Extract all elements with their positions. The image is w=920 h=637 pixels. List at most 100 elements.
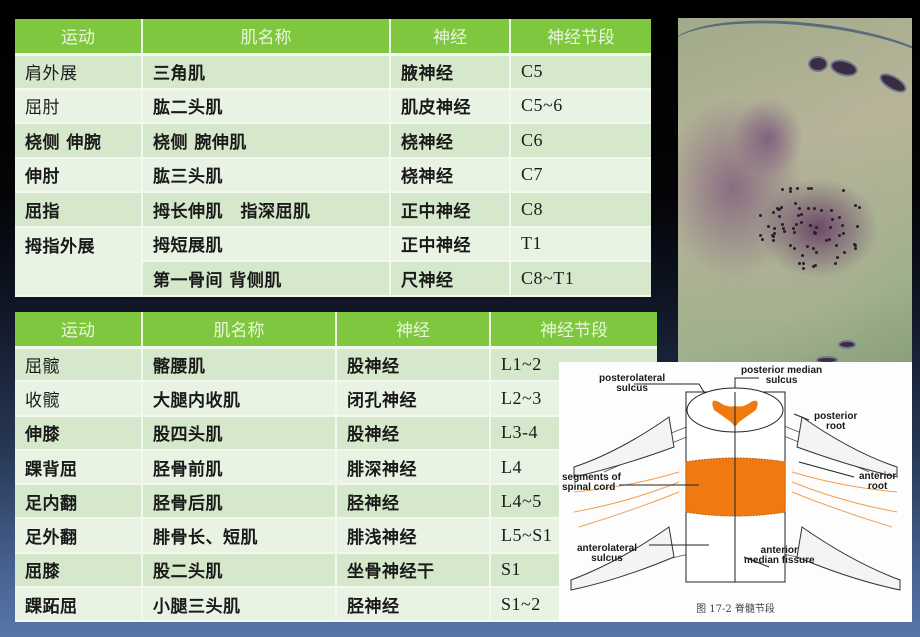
stain-dot (772, 234, 776, 238)
nerve-cell: 腓浅神经 (336, 518, 491, 554)
photo-vessel (808, 56, 828, 72)
label-line: sulcus (616, 383, 648, 394)
stain-dot (793, 231, 797, 235)
muscle-cell: 肱三头肌 (142, 157, 391, 193)
header-muscle: 肌名称 (142, 19, 391, 56)
table-row: 第一骨间 背侧肌 尺神经 C8~T1 (15, 261, 651, 297)
nerve-cell: 尺神经 (390, 261, 511, 297)
stain-dot (801, 262, 805, 266)
stain-dot (858, 206, 862, 210)
stain-dot (793, 247, 797, 251)
stain-dot (810, 186, 814, 190)
stain-dot (834, 243, 838, 247)
header-nerve: 神经 (390, 19, 511, 56)
nerve-cell: 桡神经 (390, 157, 511, 193)
stain-dot (783, 230, 786, 234)
muscle-cell: 腓骨长、短肌 (142, 518, 337, 554)
nerve-cell: 正中神经 (390, 226, 511, 262)
stain-dot (854, 246, 858, 250)
stain-dot (807, 206, 811, 210)
muscle-cell: 拇短展肌 (142, 226, 391, 262)
nerve-cell: 坐骨神经干 (336, 552, 491, 589)
header-segment: 神经节段 (490, 312, 657, 349)
stain-dot (811, 247, 815, 251)
movement-cell (15, 261, 143, 297)
segment-cell: C8 (510, 192, 651, 228)
movement-cell: 踝背屈 (15, 449, 143, 486)
stain-dot (808, 224, 812, 228)
stain-dot (813, 230, 817, 234)
stain-dot (829, 225, 833, 229)
stain-dot (800, 253, 804, 257)
nerve-cell: 股神经 (336, 347, 491, 383)
spinal-segment-diagram: posterolateral sulcus posterior median s… (559, 362, 912, 622)
stain-dot (855, 225, 859, 229)
movement-cell: 伸膝 (15, 415, 143, 451)
movement-cell: 屈肘 (15, 88, 143, 124)
header-movement: 运动 (15, 312, 143, 349)
movement-cell: 屈髋 (15, 347, 143, 383)
stain-dot (842, 188, 846, 192)
label-segments-of-spinal-cord: segments of spinal cord (562, 473, 621, 493)
stain-dot (825, 239, 829, 243)
nerve-cell: 股神经 (336, 415, 491, 451)
movement-cell: 足外翻 (15, 518, 143, 554)
stain-dot (830, 217, 834, 221)
muscle-cell: 拇长伸肌 指深屈肌 (142, 192, 391, 228)
label-line: spinal cord (562, 482, 616, 493)
movement-cell: 伸肘 (15, 157, 143, 193)
spinal-cord-histology-photo (678, 18, 912, 362)
muscle-cell: 胫骨后肌 (142, 484, 337, 520)
label-posterior-root: posterior root (814, 412, 857, 432)
nerve-cell: 闭孔神经 (336, 381, 491, 417)
nerve-cell: 腋神经 (390, 54, 511, 90)
stain-dot (830, 208, 834, 212)
stain-dot (819, 208, 823, 212)
stain-dot (789, 190, 793, 194)
photo-membrane (678, 18, 912, 118)
stain-dot (761, 238, 765, 242)
stain-dot (795, 186, 799, 190)
segment-cell: T1 (510, 226, 651, 262)
nerve-cell: 胫神经 (336, 587, 491, 623)
segment-cell: C6 (510, 123, 651, 159)
stain-dot (828, 237, 832, 241)
label-anterior-median-fissure: anterior median fissure (744, 546, 815, 566)
segment-cell: C5 (510, 54, 651, 90)
stain-dot (775, 206, 779, 210)
stain-dot (799, 220, 803, 224)
label-posterolateral-sulcus: posterolateral sulcus (599, 374, 665, 394)
segment-cell: C5~6 (510, 88, 651, 124)
label-line: root (867, 481, 888, 492)
table-row: 伸肘 肱三头肌 桡神经 C7 (15, 157, 651, 193)
movement-cell: 足内翻 (15, 484, 143, 520)
stain-dot (772, 226, 776, 230)
stain-dot (796, 213, 800, 217)
nerve-cell: 桡神经 (390, 123, 511, 159)
table-row: 桡侧 伸腕 桡侧 腕伸肌 桡神经 C6 (15, 123, 651, 159)
stain-dot (766, 225, 770, 229)
stain-dot (792, 227, 796, 231)
stain-dot (838, 215, 842, 219)
stain-dot (772, 239, 776, 243)
table-header-row: 运动 肌名称 神经 神经节段 (15, 312, 657, 349)
muscle-cell: 髂腰肌 (142, 347, 337, 383)
stain-dot (780, 187, 784, 191)
stain-dot (835, 255, 839, 259)
muscle-cell: 三角肌 (142, 54, 391, 90)
stain-dot (795, 223, 799, 227)
segment-cell: C7 (510, 157, 651, 193)
label-line: root (825, 421, 846, 432)
label-anterior-root: anterior root (859, 472, 896, 492)
movement-cell: 屈指 (15, 192, 143, 228)
muscle-cell: 小腿三头肌 (142, 587, 337, 623)
table-row: 拇指外展 拇短展肌 正中神经 T1 (15, 226, 651, 262)
movement-cell: 收髋 (15, 381, 143, 417)
nerve-cell: 肌皮神经 (390, 88, 511, 124)
stain-dot (842, 251, 846, 255)
movement-cell: 桡侧 伸腕 (15, 123, 143, 159)
muscle-cell: 大腿内收肌 (142, 381, 337, 417)
photo-vessel (838, 340, 856, 349)
stain-dot (840, 224, 844, 228)
stain-dot (773, 232, 777, 236)
